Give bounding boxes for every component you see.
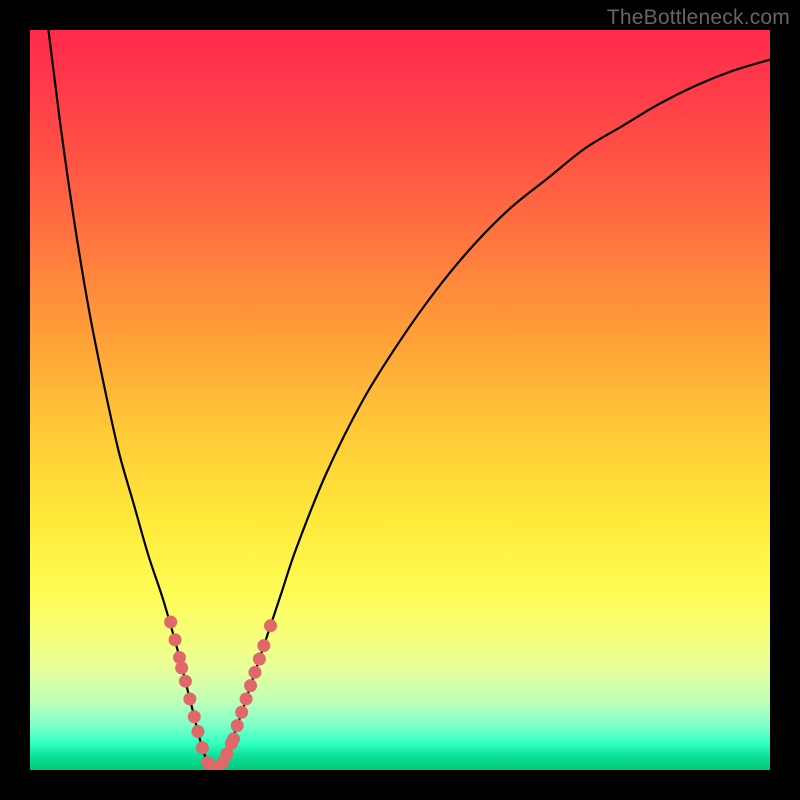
curve-marker bbox=[227, 732, 240, 745]
curve-marker bbox=[257, 639, 270, 652]
curve-marker bbox=[183, 692, 196, 705]
curve-marker bbox=[235, 706, 248, 719]
curve-marker bbox=[164, 616, 177, 629]
chart-svg bbox=[30, 30, 770, 770]
curve-markers bbox=[164, 616, 277, 771]
curve-marker bbox=[179, 675, 192, 688]
curve-marker bbox=[240, 692, 253, 705]
watermark-text: TheBottleneck.com bbox=[607, 6, 790, 30]
curve-marker bbox=[191, 725, 204, 738]
bottleneck-curve bbox=[30, 30, 770, 770]
curve-marker bbox=[196, 741, 209, 754]
curve-marker bbox=[169, 633, 182, 646]
chart-frame bbox=[30, 30, 770, 770]
curve-marker bbox=[231, 719, 244, 732]
curve-marker bbox=[248, 666, 261, 679]
curve-marker bbox=[244, 679, 257, 692]
curve-marker bbox=[188, 710, 201, 723]
curve-marker bbox=[253, 653, 266, 666]
curve-marker bbox=[175, 661, 188, 674]
curve-marker bbox=[264, 619, 277, 632]
